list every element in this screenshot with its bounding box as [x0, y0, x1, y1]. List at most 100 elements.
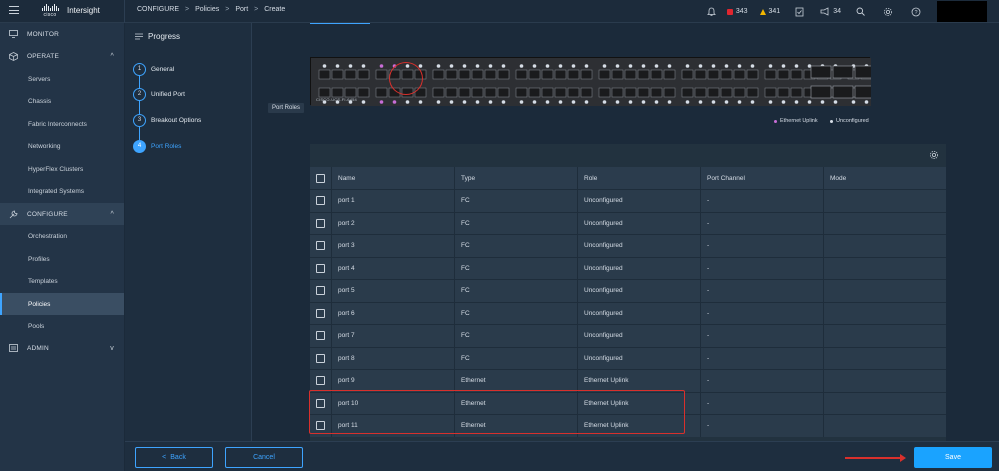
- port-status-dot: [864, 100, 869, 104]
- row-checkbox[interactable]: [316, 353, 325, 363]
- back-button[interactable]: < Back: [135, 447, 213, 468]
- tasks-icon[interactable]: [792, 5, 806, 19]
- breadcrumb: CONFIGURE > Policies > Port > Create: [137, 6, 285, 13]
- progress-panel: Progress 1 General 2 Unified Port 3 Brea…: [125, 23, 252, 441]
- table-row[interactable]: port 1 FC Unconfigured -: [310, 189, 946, 212]
- breadcrumb-configure[interactable]: CONFIGURE: [137, 6, 179, 13]
- switch-port: [484, 69, 497, 80]
- table-row[interactable]: port 5 FC Unconfigured -: [310, 279, 946, 302]
- cell-port-channel: -: [701, 370, 824, 392]
- switch-port: [554, 69, 567, 80]
- row-checkbox[interactable]: [316, 286, 325, 296]
- port-status-dot: [768, 100, 773, 104]
- help-icon[interactable]: ?: [909, 5, 923, 19]
- cell-name: port 6: [332, 302, 455, 324]
- sidebar-item-chassis[interactable]: Chassis: [0, 90, 124, 112]
- cell-name: port 7: [332, 325, 455, 347]
- switch-port: [624, 87, 637, 98]
- table-row[interactable]: port 3 FC Unconfigured -: [310, 234, 946, 257]
- bell-icon[interactable]: [705, 5, 719, 19]
- switch-port: [790, 69, 803, 80]
- switch-port: [720, 69, 733, 80]
- step-breakout-options[interactable]: 3 Breakout Options: [133, 113, 201, 127]
- cell-role: Unconfigured: [578, 280, 701, 302]
- port-status-dot: [361, 100, 366, 104]
- sidebar-item-pools[interactable]: Pools: [0, 315, 124, 337]
- port-status-dot: [475, 100, 480, 104]
- sidebar-item-servers[interactable]: Servers: [0, 68, 124, 90]
- switch-port: [694, 69, 707, 80]
- column-header-type[interactable]: Type: [455, 167, 578, 189]
- switch-port: [528, 69, 541, 80]
- announcements[interactable]: 34: [820, 7, 841, 16]
- warning-alarms[interactable]: 341: [759, 8, 780, 15]
- table-row[interactable]: port 6 FC Unconfigured -: [310, 301, 946, 324]
- nav-section-configure[interactable]: CONFIGURE ^: [0, 203, 124, 225]
- settings-gear-icon[interactable]: [881, 5, 895, 19]
- cell-mode: [824, 280, 946, 302]
- table-settings-gear-icon[interactable]: [929, 150, 939, 163]
- breadcrumb-policies[interactable]: Policies: [195, 6, 219, 13]
- save-button[interactable]: Save: [914, 447, 992, 468]
- switch-model-label: CISCO-UCS-FI-6454: [316, 97, 357, 102]
- step-general[interactable]: 1 General: [133, 62, 174, 76]
- switch-port: [598, 69, 611, 80]
- sidebar-item-fabric-interconnects[interactable]: Fabric Interconnects: [0, 113, 124, 135]
- nav-section-monitor[interactable]: MONITOR: [0, 23, 124, 45]
- port-status-dot: [628, 64, 633, 68]
- port-status-dot: [781, 64, 786, 68]
- switch-port: [375, 69, 388, 80]
- port-status-dot: [558, 64, 563, 68]
- row-checkbox[interactable]: [316, 218, 325, 228]
- switch-port: [445, 87, 458, 98]
- port-status-dot: [724, 100, 729, 104]
- row-checkbox[interactable]: [316, 308, 325, 318]
- switch-port: [764, 69, 777, 80]
- column-header-role[interactable]: Role: [578, 167, 701, 189]
- switch-port: [357, 69, 370, 80]
- row-checkbox[interactable]: [316, 331, 325, 341]
- table-row[interactable]: port 4 FC Unconfigured -: [310, 256, 946, 279]
- table-row[interactable]: port 9 Ethernet Ethernet Uplink -: [310, 369, 946, 392]
- column-header-port-channel[interactable]: Port Channel: [701, 167, 824, 189]
- table-row[interactable]: port 7 FC Unconfigured -: [310, 324, 946, 347]
- nav-section-admin[interactable]: ADMIN v: [0, 337, 124, 359]
- sidebar-item-hyperflex-clusters[interactable]: HyperFlex Clusters: [0, 158, 124, 180]
- cancel-button[interactable]: Cancel: [225, 447, 303, 468]
- sidebar-item-integrated-systems[interactable]: Integrated Systems: [0, 180, 124, 202]
- select-all-checkbox[interactable]: [316, 173, 325, 183]
- step-unified-port[interactable]: 2 Unified Port: [133, 87, 185, 101]
- table-row[interactable]: port 2 FC Unconfigured -: [310, 211, 946, 234]
- breadcrumb-port[interactable]: Port: [235, 6, 248, 13]
- critical-alarms[interactable]: 343: [726, 8, 748, 15]
- cell-name: port 9: [332, 370, 455, 392]
- sidebar-item-templates[interactable]: Templates: [0, 270, 124, 292]
- port-status-dot: [820, 100, 825, 104]
- column-header-name[interactable]: Name: [332, 167, 455, 189]
- sidebar-item-networking[interactable]: Networking: [0, 135, 124, 157]
- nav-section-operate[interactable]: OPERATE ^: [0, 45, 124, 67]
- switch-port: [637, 87, 650, 98]
- row-checkbox[interactable]: [316, 376, 325, 386]
- table-row[interactable]: port 8 FC Unconfigured -: [310, 346, 946, 369]
- cell-mode: [824, 370, 946, 392]
- sidebar-item-orchestration[interactable]: Orchestration: [0, 225, 124, 247]
- row-checkbox[interactable]: [316, 241, 325, 251]
- cell-port-channel: -: [701, 212, 824, 234]
- switch-port: [432, 87, 445, 98]
- search-icon[interactable]: [853, 5, 867, 19]
- row-checkbox[interactable]: [316, 263, 325, 273]
- sidebar-item-profiles[interactable]: Profiles: [0, 248, 124, 270]
- port-status-dot: [501, 100, 506, 104]
- port-status-dot: [685, 64, 690, 68]
- column-header-mode[interactable]: Mode: [824, 167, 946, 189]
- switch-port: [484, 87, 497, 98]
- sidebar-item-policies[interactable]: Policies: [0, 293, 124, 315]
- hamburger-menu-icon[interactable]: [9, 6, 19, 14]
- switch-port: [681, 87, 694, 98]
- row-checkbox[interactable]: [316, 196, 325, 206]
- step-port-roles[interactable]: 4 Port Roles: [133, 139, 181, 153]
- user-account-redacted[interactable]: [937, 1, 987, 22]
- switch-port: [458, 69, 471, 80]
- switch-port: [624, 69, 637, 80]
